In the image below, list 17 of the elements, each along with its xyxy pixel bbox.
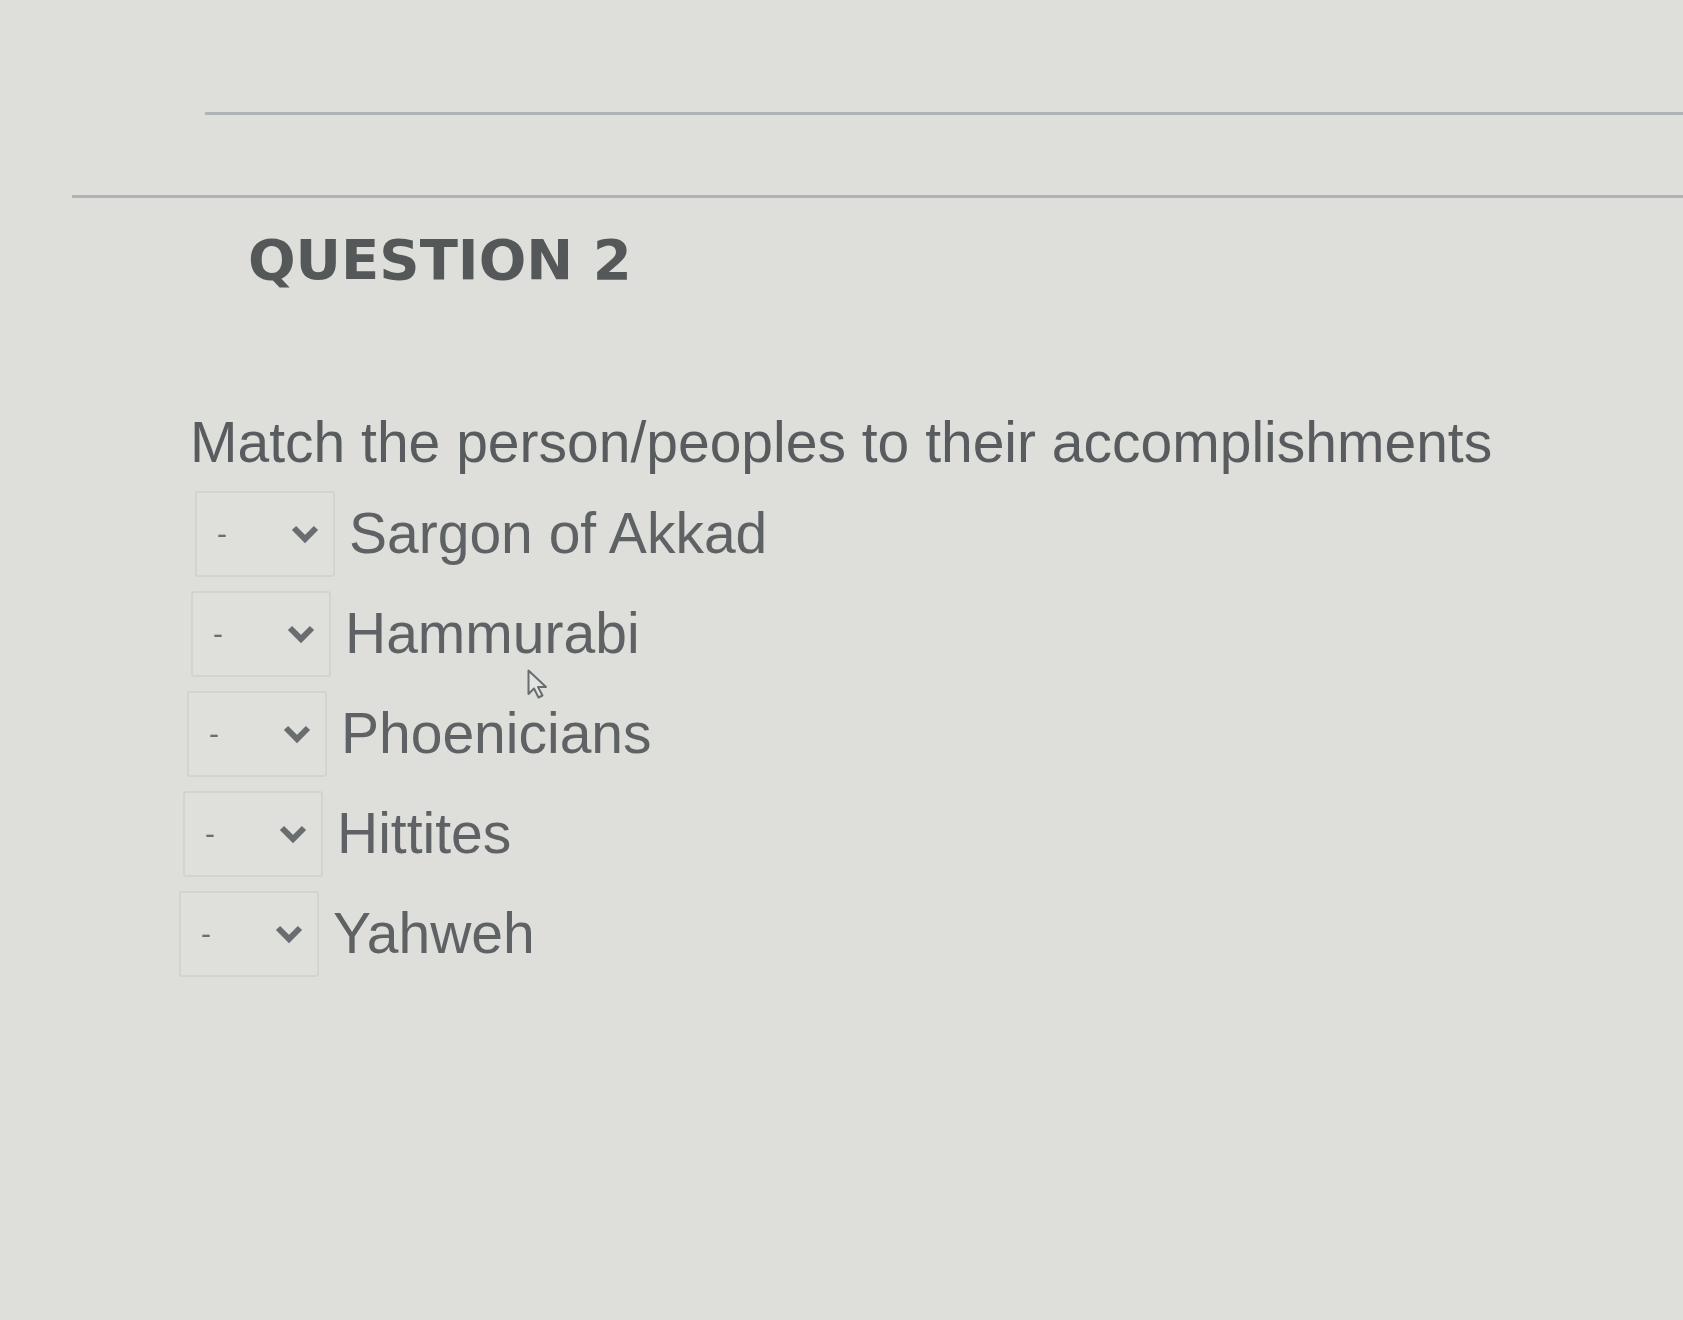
match-item-label: Hammurabi (345, 602, 640, 665)
chevron-down-icon (287, 623, 315, 644)
answer-dropdown[interactable]: - (187, 690, 327, 777)
answer-dropdown[interactable]: - (183, 790, 323, 877)
match-item-label: Sargon of Akkad (349, 502, 768, 565)
answer-dropdown[interactable]: - (179, 890, 319, 977)
chevron-down-icon (283, 723, 311, 744)
chevron-down-icon (291, 523, 319, 544)
question-title: QUESTION 2 (248, 226, 632, 294)
match-item-label: Hittites (337, 802, 512, 865)
match-item-label: Phoenicians (341, 702, 652, 765)
answer-dropdown[interactable]: - (191, 590, 331, 677)
chevron-down-icon (275, 923, 303, 944)
match-item-label: Yahweh (333, 902, 535, 965)
chevron-down-icon (279, 823, 307, 844)
question-prompt: Match the person/peoples to their accomplishments (190, 409, 1493, 477)
answer-dropdown[interactable]: - (195, 490, 335, 577)
